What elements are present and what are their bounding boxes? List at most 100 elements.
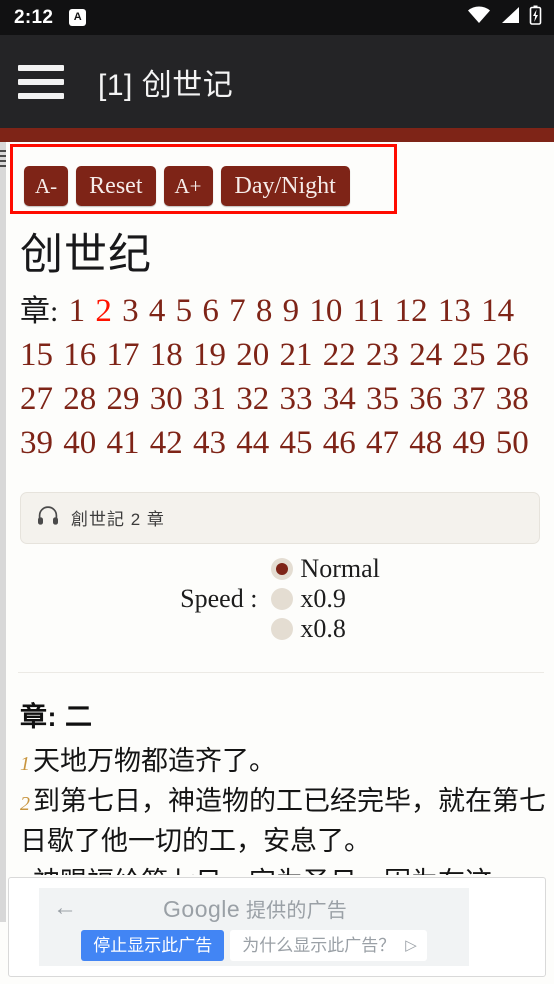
chapter-link-40[interactable]: 40 [63, 425, 96, 461]
verse-number: 1 [20, 752, 30, 775]
speed-option-normal[interactable]: Normal [271, 554, 380, 584]
ad-panel: ← Google 提供的广告 停止显示此广告 为什么显示此广告？ ▷ [39, 888, 469, 966]
verse-1[interactable]: 1 天地万物都造齐了。 [20, 742, 546, 782]
verse-list: 1 天地万物都造齐了。 2 到第七日，神造物的工已经完毕，就在第七日歇了他一切的工，安… [6, 734, 554, 876]
chapter-link-27[interactable]: 27 [20, 381, 53, 417]
chapter-link-15[interactable]: 15 [20, 337, 53, 373]
font-decrease-button[interactable]: A- [24, 166, 69, 206]
chapter-link-16[interactable]: 16 [63, 337, 96, 373]
chapter-list-label: 章: [20, 295, 59, 328]
font-toolbar: A- Reset A+ Day/Night [10, 152, 554, 206]
chapter-link-19[interactable]: 19 [193, 337, 226, 373]
chapter-link-18[interactable]: 18 [150, 337, 183, 373]
ad-header: ← Google 提供的广告 [39, 888, 469, 928]
chapter-link-3[interactable]: 3 [122, 293, 139, 329]
wifi-icon [467, 6, 491, 29]
chapter-link-2[interactable]: 2 [95, 293, 112, 329]
google-wordmark: Google [163, 895, 241, 922]
chapter-link-48[interactable]: 48 [409, 425, 442, 461]
status-bar-left: 2:12 A [14, 7, 87, 28]
chapter-link-50[interactable]: 50 [496, 425, 529, 461]
chapter-link-36[interactable]: 36 [409, 381, 442, 417]
status-bar-clock: 2:12 [14, 7, 54, 28]
ad-container: ← Google 提供的广告 停止显示此广告 为什么显示此广告？ ▷ [8, 877, 546, 977]
status-bar-right [467, 5, 542, 30]
chapter-link-4[interactable]: 4 [149, 293, 166, 329]
chapter-link-41[interactable]: 41 [107, 425, 140, 461]
notification-app-icon: A [69, 9, 87, 26]
chapter-heading: 章: 二 [20, 701, 93, 732]
status-bar: 2:12 A [0, 0, 554, 35]
chapter-link-46[interactable]: 46 [323, 425, 356, 461]
chapter-link-11[interactable]: 11 [353, 293, 385, 329]
battery-charging-icon [529, 5, 542, 30]
play-triangle-icon: ▷ [405, 937, 417, 954]
chapter-link-45[interactable]: 45 [280, 425, 313, 461]
chapter-link-21[interactable]: 21 [280, 337, 313, 373]
accent-strip [0, 128, 554, 142]
chapter-link-6[interactable]: 6 [202, 293, 219, 329]
chapter-link-26[interactable]: 26 [496, 337, 529, 373]
chapter-link-20[interactable]: 20 [236, 337, 269, 373]
chapter-link-24[interactable]: 24 [409, 337, 442, 373]
chapter-link-37[interactable]: 37 [453, 381, 486, 417]
chapter-link-10[interactable]: 10 [309, 293, 342, 329]
chapter-link-29[interactable]: 29 [107, 381, 140, 417]
chapter-link-43[interactable]: 43 [193, 425, 226, 461]
app-root: 2:12 A [1] 创世记 A- Reset A+ Day/Night 创世纪… [0, 0, 554, 984]
verse-number: 3 [20, 874, 30, 875]
chapter-link-22[interactable]: 22 [323, 337, 356, 373]
chapter-link-12[interactable]: 12 [395, 293, 428, 329]
chapter-link-44[interactable]: 44 [236, 425, 269, 461]
chapter-link-9[interactable]: 9 [283, 293, 300, 329]
book-title: 创世纪 [20, 231, 152, 279]
chapter-link-32[interactable]: 32 [236, 381, 269, 417]
chapter-link-23[interactable]: 23 [366, 337, 399, 373]
speed-option-x0.9[interactable]: x0.9 [271, 584, 379, 614]
chapter-link-33[interactable]: 33 [280, 381, 313, 417]
why-this-ad-button[interactable]: 为什么显示此广告？ ▷ [230, 930, 427, 961]
content-scroll-area[interactable]: A- Reset A+ Day/Night 创世纪 章: 1 2 3 4 5 6… [6, 142, 554, 875]
chapter-link-25[interactable]: 25 [453, 337, 486, 373]
chapter-link-17[interactable]: 17 [107, 337, 140, 373]
chapter-link-13[interactable]: 13 [438, 293, 471, 329]
font-reset-button[interactable]: Reset [76, 166, 156, 206]
radio-x0.8[interactable] [271, 617, 294, 640]
chapter-link-31[interactable]: 31 [193, 381, 226, 417]
stop-showing-ad-button[interactable]: 停止显示此广告 [81, 930, 225, 961]
chapter-link-49[interactable]: 49 [453, 425, 486, 461]
chapter-link-30[interactable]: 30 [150, 381, 183, 417]
chapter-link-42[interactable]: 42 [150, 425, 183, 461]
radio-x0.9[interactable] [271, 587, 294, 610]
chapter-link-39[interactable]: 39 [20, 425, 53, 461]
chapter-list: 章: 1 2 3 4 5 6 7 8 9 10 11 12 13 14 15 1… [6, 286, 554, 466]
ad-byline-text: 提供的广告 [245, 899, 347, 922]
page-title: [1] 创世记 [98, 68, 234, 102]
radio-normal-selected[interactable] [271, 557, 294, 580]
back-arrow-icon[interactable]: ← [53, 896, 77, 920]
chapter-link-1[interactable]: 1 [69, 293, 86, 329]
chapter-link-7[interactable]: 7 [229, 293, 246, 329]
chapter-link-34[interactable]: 34 [323, 381, 356, 417]
chapter-link-5[interactable]: 5 [176, 293, 193, 329]
signal-icon [500, 6, 520, 29]
ad-byline: Google 提供的广告 [77, 894, 433, 923]
audio-player-card[interactable]: 創世記 2 章 [20, 491, 540, 544]
chapter-link-35[interactable]: 35 [366, 381, 399, 417]
chapter-link-38[interactable]: 38 [496, 381, 529, 417]
verse-3[interactable]: 3神赐福给第七日，定为圣日，因为在这 [20, 863, 546, 875]
verse-text: 到第七日，神造物的工已经完毕，就在第七日歇了他一切的工，安息了。 [20, 786, 546, 857]
playback-speed-selector: Speed : Normal x0.9 x0.8 [6, 544, 554, 644]
toolbar-region: A- Reset A+ Day/Night [6, 142, 554, 214]
chapter-link-47[interactable]: 47 [366, 425, 399, 461]
day-night-button[interactable]: Day/Night [220, 166, 350, 206]
why-this-ad-label: 为什么显示此广告？ [242, 936, 396, 955]
chapter-link-8[interactable]: 8 [256, 293, 273, 329]
speed-option-x0.8[interactable]: x0.8 [271, 614, 379, 644]
chapter-link-28[interactable]: 28 [63, 381, 96, 417]
chapter-link-14[interactable]: 14 [481, 293, 514, 329]
verse-2[interactable]: 2 到第七日，神造物的工已经完毕，就在第七日歇了他一切的工，安息了。 [20, 782, 546, 862]
verse-number: 2 [20, 793, 30, 816]
font-increase-button[interactable]: A+ [163, 166, 213, 206]
hamburger-menu-icon[interactable] [18, 64, 64, 99]
